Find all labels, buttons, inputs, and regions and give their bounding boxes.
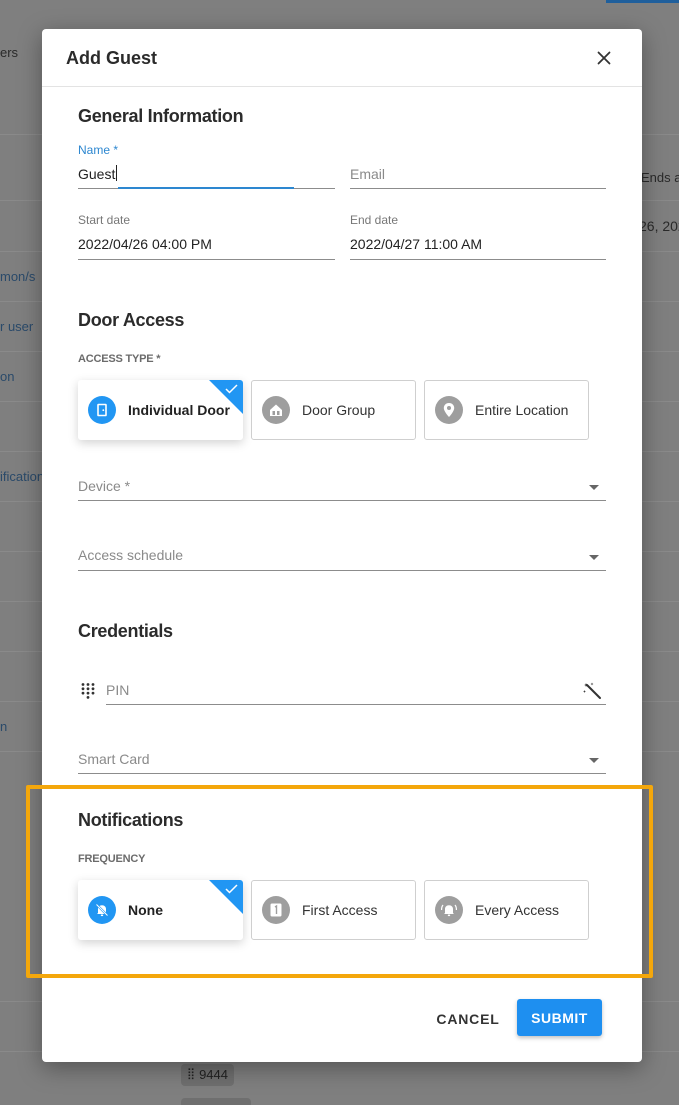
background-row-fragment: r user	[0, 319, 34, 334]
cancel-button[interactable]: CANCEL	[422, 1001, 514, 1037]
end-date-label: End date	[350, 213, 399, 227]
end-date-underline	[350, 259, 606, 260]
door-access-title: Door Access	[78, 310, 185, 330]
access-type-door-group[interactable]: Door Group	[251, 380, 416, 440]
credentials-title: Credentials	[78, 621, 173, 641]
name-field[interactable]: Name * Guest	[78, 142, 335, 190]
device-select[interactable]: Device *	[78, 475, 606, 501]
chevron-down-icon	[589, 555, 599, 560]
background-chip-value: 9444	[199, 1067, 228, 1082]
general-information-title: General Information	[78, 106, 244, 126]
device-underline	[78, 500, 606, 501]
device-placeholder: Device *	[78, 478, 131, 494]
background-row-fragment: ification	[0, 469, 45, 484]
magic-wand-icon[interactable]	[583, 682, 603, 700]
name-label: Name *	[78, 143, 119, 157]
notifications-highlight-box	[26, 785, 653, 978]
dialog-header: Add Guest	[42, 29, 642, 87]
background-row-fragment: on	[0, 369, 15, 384]
access-type-individual-door[interactable]: Individual Door	[78, 380, 243, 440]
background-chip	[181, 1098, 251, 1105]
access-schedule-placeholder: Access schedule	[78, 547, 184, 563]
access-schedule-select[interactable]: Access schedule	[78, 544, 606, 571]
smart-card-placeholder: Smart Card	[78, 751, 150, 767]
submit-button[interactable]: SUBMIT	[517, 999, 602, 1036]
email-underline	[350, 188, 606, 189]
selected-check-icon	[209, 380, 243, 414]
keypad-icon: ⣿	[187, 1068, 195, 1080]
background-column-fragment: Ends a	[641, 170, 679, 185]
dialog-title: Add Guest	[66, 48, 158, 68]
chevron-down-icon	[589, 758, 599, 763]
text-caret	[116, 165, 117, 181]
location-pin-icon	[435, 396, 463, 424]
background-row-fragment: n	[0, 719, 8, 734]
email-placeholder: Email	[350, 166, 386, 182]
door-group-icon	[262, 396, 290, 424]
name-value: Guest	[78, 166, 116, 182]
pin-placeholder: PIN	[106, 682, 130, 698]
background-pin-chip: ⣿ 9444	[181, 1064, 234, 1086]
end-date-field[interactable]: End date 2022/04/27 11:00 AM	[350, 213, 606, 261]
access-schedule-underline	[78, 570, 606, 571]
access-type-entire-location[interactable]: Entire Location	[424, 380, 589, 440]
email-field[interactable]: Email	[350, 142, 606, 190]
background-row-fragment: mon/s	[0, 269, 36, 284]
background-header-fragment: ers	[0, 45, 19, 60]
keypad-icon	[81, 683, 95, 699]
smart-card-select[interactable]: Smart Card	[78, 748, 606, 774]
access-type-label-text: Door Group	[302, 402, 376, 418]
access-type-label: ACCESS TYPE *	[78, 353, 161, 365]
start-date-value: 2022/04/26 04:00 PM	[78, 236, 212, 252]
name-focus-underline	[118, 187, 294, 189]
pin-underline	[106, 704, 606, 705]
start-date-label: Start date	[78, 213, 131, 227]
smart-card-underline	[78, 773, 606, 774]
background-date-fragment: 26, 202	[639, 218, 679, 234]
start-date-field[interactable]: Start date 2022/04/26 04:00 PM	[78, 213, 335, 261]
close-icon[interactable]	[594, 48, 614, 68]
start-date-underline	[78, 259, 335, 260]
end-date-value: 2022/04/27 11:00 AM	[350, 236, 483, 252]
background-top-button	[606, 0, 679, 3]
access-type-label-text: Entire Location	[475, 402, 569, 418]
chevron-down-icon	[589, 485, 599, 490]
door-icon	[88, 396, 116, 424]
pin-field[interactable]: PIN	[106, 680, 606, 705]
